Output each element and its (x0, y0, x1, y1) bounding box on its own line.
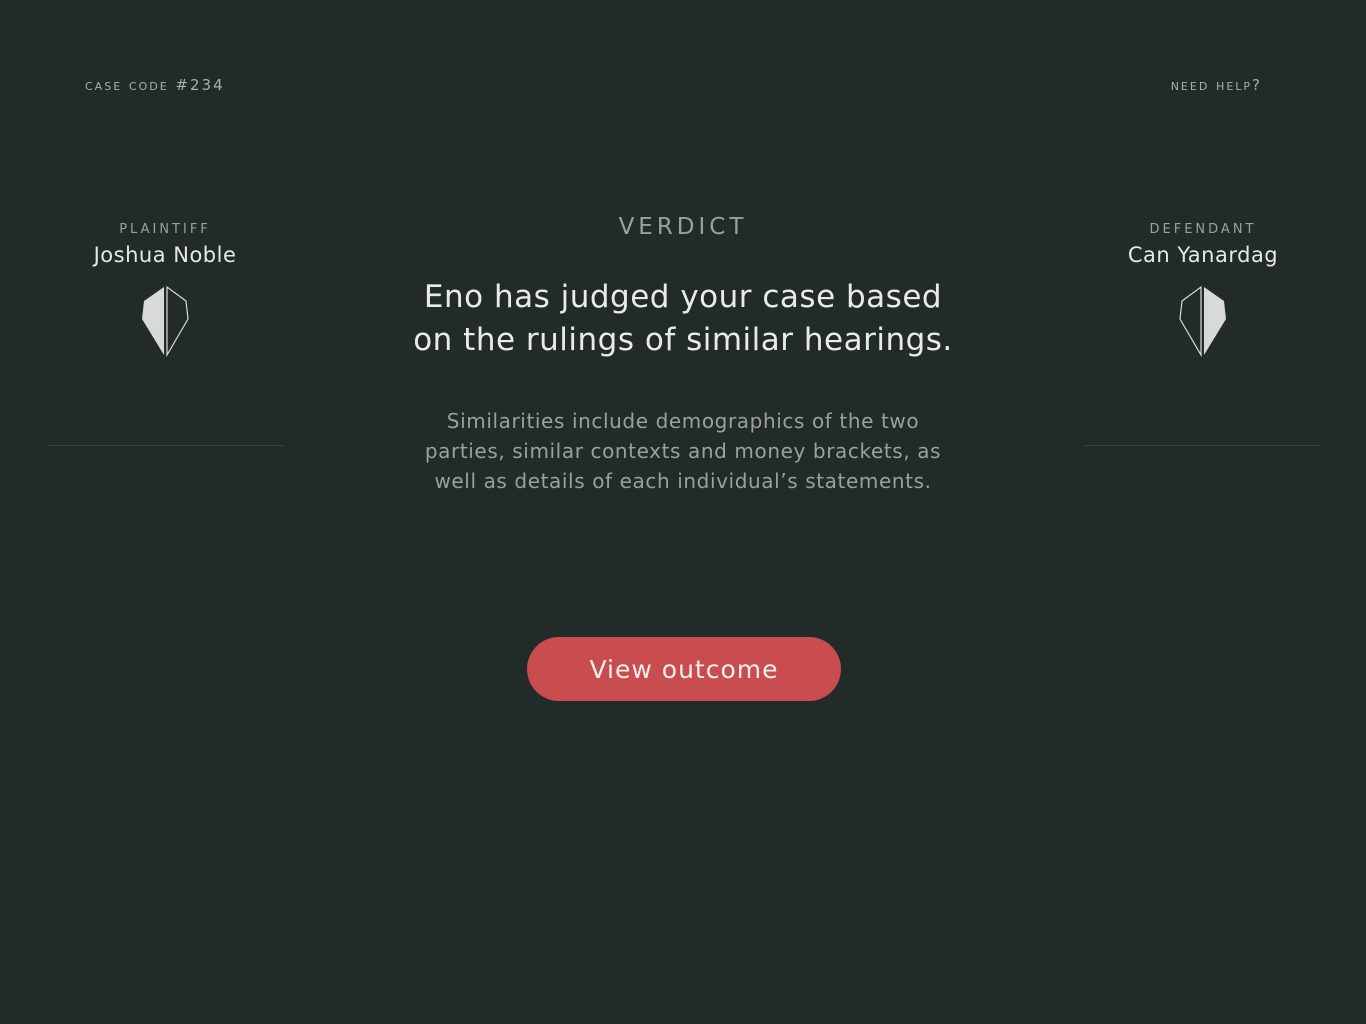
view-outcome-button[interactable]: View outcome (527, 637, 841, 701)
defendant-divider (1085, 445, 1321, 446)
defendant-name: Can Yanardag (1127, 243, 1279, 267)
half-diamond-right-filled-icon (1085, 285, 1321, 357)
plaintiff-name: Joshua Noble (93, 243, 237, 267)
verdict-panel: VERDICT Eno has judged your case based o… (383, 214, 983, 496)
need-help-link[interactable]: Need Help? (1171, 76, 1262, 94)
case-code: Case Code #234 (85, 76, 225, 94)
verdict-heading: VERDICT (618, 214, 748, 240)
plaintiff-divider (47, 445, 283, 446)
plaintiff-role-label: Plaintiff (119, 222, 211, 237)
defendant-panel: Defendant Can Yanardag (1085, 222, 1321, 357)
verdict-details: Similarities include demographics of the… (424, 409, 942, 493)
verdict-screen: Case Code #234 Need Help? Plaintiff Josh… (0, 0, 1366, 1024)
verdict-headline: Eno has judged your case based on the ru… (413, 279, 953, 358)
plaintiff-panel: Plaintiff Joshua Noble (47, 222, 283, 357)
half-diamond-left-filled-icon (47, 285, 283, 357)
defendant-role-label: Defendant (1149, 222, 1257, 237)
